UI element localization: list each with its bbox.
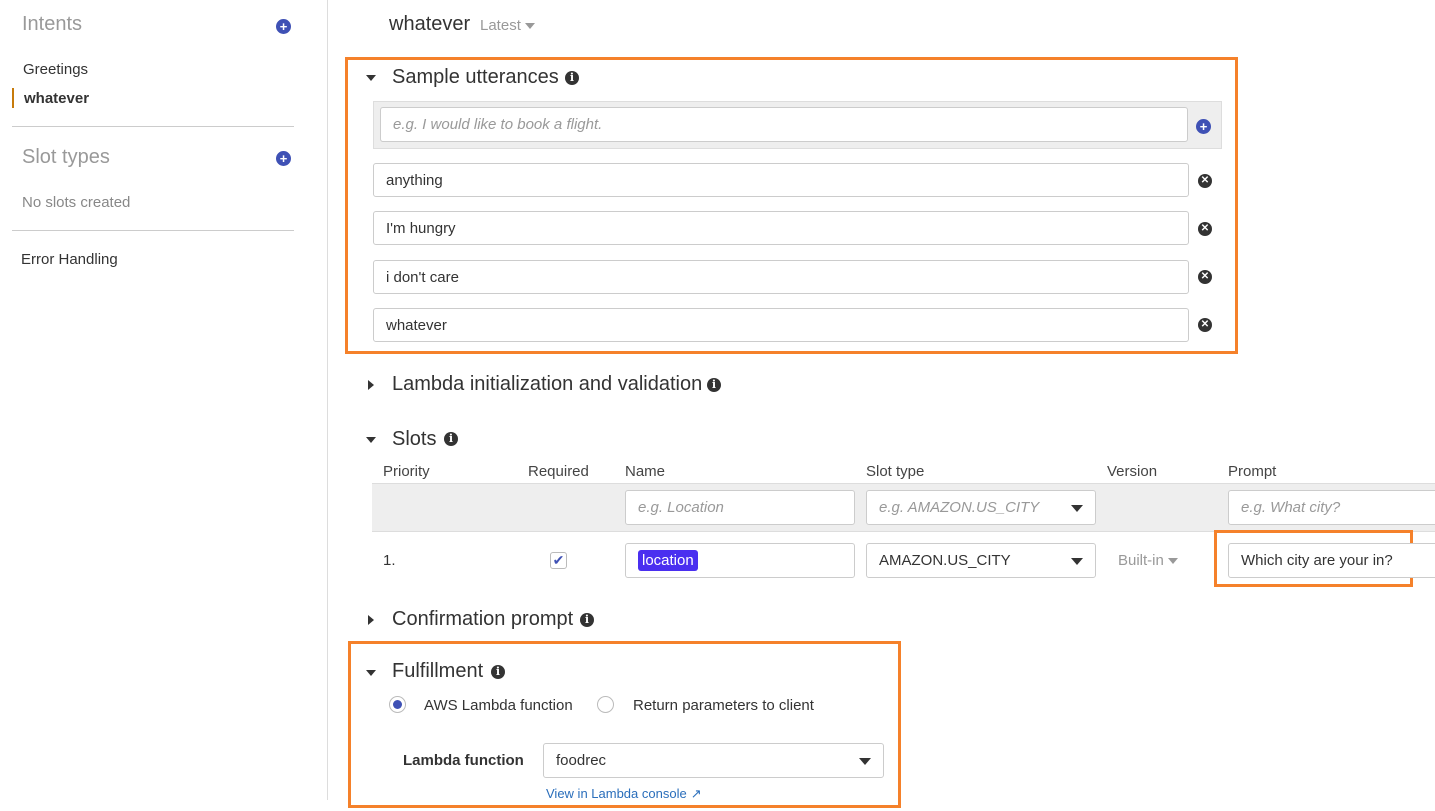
option-label[interactable]: Return parameters to client [633, 697, 814, 714]
collapse-caret-icon[interactable] [366, 437, 376, 443]
version-dropdown[interactable]: Latest [480, 17, 535, 34]
active-indicator [12, 88, 14, 108]
intent-name: whatever [389, 13, 471, 35]
slot-prompt-input[interactable]: Which city are your in? [1228, 543, 1435, 578]
chevron-down-icon [1167, 557, 1178, 564]
slot-name-input[interactable]: e.g. Location [625, 490, 855, 525]
remove-icon[interactable]: ✕ [1198, 222, 1212, 236]
placeholder: e.g. AMAZON.US_CITY [879, 499, 1040, 516]
slot-priority: 1. [383, 552, 396, 569]
utterance-input[interactable]: I'm hungry [373, 211, 1189, 245]
slot-prompt-input[interactable]: e.g. What city? [1228, 490, 1435, 525]
slot-version-value: Built-in [1118, 552, 1164, 569]
slot-type-select[interactable]: AMAZON.US_CITY [866, 543, 1096, 578]
utterance-input[interactable]: whatever [373, 308, 1189, 342]
header-name: Name [625, 463, 666, 480]
radio-dot [393, 700, 402, 709]
new-utterance-input[interactable]: e.g. I would like to book a flight. [380, 107, 1188, 142]
external-link-icon: ↗ [690, 786, 702, 801]
header-priority: Priority [383, 463, 430, 480]
collapse-caret-icon[interactable] [366, 670, 376, 676]
view-lambda-console-link[interactable]: View in Lambda console ↗ [546, 786, 702, 802]
no-slots-text: No slots created [22, 194, 131, 211]
collapse-caret-icon[interactable] [366, 75, 376, 81]
slot-type-select[interactable]: e.g. AMAZON.US_CITY [866, 490, 1096, 525]
dropdown-caret-icon [1071, 557, 1083, 565]
intents-title: Intents [22, 13, 83, 35]
sidebar: Intents + Greetings whatever Slot types … [0, 0, 328, 800]
divider [12, 126, 294, 127]
section-title-utterances: Sample utterances [392, 66, 559, 88]
placeholder: e.g. What city? [1241, 499, 1341, 516]
link-text: View in Lambda console [546, 786, 687, 801]
header-required: Required [528, 463, 589, 480]
utterance-text: anything [386, 171, 443, 189]
info-icon[interactable]: i [565, 71, 579, 85]
header-prompt: Prompt [1228, 463, 1277, 480]
sidebar-item-greetings[interactable]: Greetings [23, 61, 88, 78]
remove-icon[interactable]: ✕ [1198, 174, 1212, 188]
remove-icon[interactable]: ✕ [1198, 270, 1212, 284]
header-version: Version [1107, 463, 1158, 480]
dropdown-caret-icon [859, 757, 871, 765]
slot-types-title: Slot types [22, 146, 110, 168]
slot-name-tag: location [638, 550, 698, 571]
utterance-text: i don't care [386, 268, 459, 286]
placeholder: e.g. I would like to book a flight. [393, 116, 603, 133]
add-utterance-icon[interactable]: + [1196, 119, 1211, 134]
remove-icon[interactable]: ✕ [1198, 318, 1212, 332]
add-slot-type-icon[interactable]: + [276, 151, 291, 166]
slot-type-value: AMAZON.US_CITY [879, 552, 1011, 569]
radio-return-parameters[interactable] [597, 696, 614, 713]
chevron-down-icon [524, 22, 535, 29]
lambda-function-select[interactable]: foodrec [543, 743, 884, 778]
utterance-input[interactable]: i don't care [373, 260, 1189, 294]
version-label: Latest [480, 17, 521, 34]
utterance-text: I'm hungry [386, 219, 456, 237]
utterance-input[interactable]: anything [373, 163, 1189, 197]
header-slot-type: Slot type [866, 463, 925, 480]
section-title-fulfillment: Fulfillment [392, 660, 484, 682]
utterance-text: whatever [386, 316, 447, 334]
lambda-function-label: Lambda function [403, 752, 524, 769]
info-icon[interactable]: i [491, 665, 505, 679]
slot-version-dropdown[interactable]: Built-in [1118, 552, 1178, 569]
required-checkbox[interactable]: ✔ [550, 552, 567, 569]
section-title-confirmation[interactable]: Confirmation prompt [392, 608, 573, 631]
expand-caret-icon[interactable] [368, 380, 374, 390]
slot-prompt-value: Which city are your in? [1241, 552, 1393, 569]
radio-aws-lambda[interactable] [389, 696, 406, 713]
slot-name-input[interactable]: location [625, 543, 855, 578]
option-label[interactable]: AWS Lambda function [424, 697, 573, 714]
expand-caret-icon[interactable] [368, 615, 374, 625]
sidebar-item-whatever[interactable]: whatever [24, 90, 89, 107]
add-intent-icon[interactable]: + [276, 19, 291, 34]
info-icon[interactable]: i [580, 613, 594, 627]
dropdown-caret-icon [1071, 504, 1083, 512]
section-title-slots: Slots [392, 428, 437, 450]
info-icon[interactable]: i [444, 432, 458, 446]
sidebar-item-error-handling[interactable]: Error Handling [21, 251, 118, 268]
info-icon[interactable]: i [707, 378, 721, 392]
section-title-lambda-init[interactable]: Lambda initialization and validation [392, 373, 702, 396]
divider [12, 230, 294, 231]
placeholder: e.g. Location [638, 499, 724, 516]
lambda-function-value: foodrec [556, 752, 607, 769]
